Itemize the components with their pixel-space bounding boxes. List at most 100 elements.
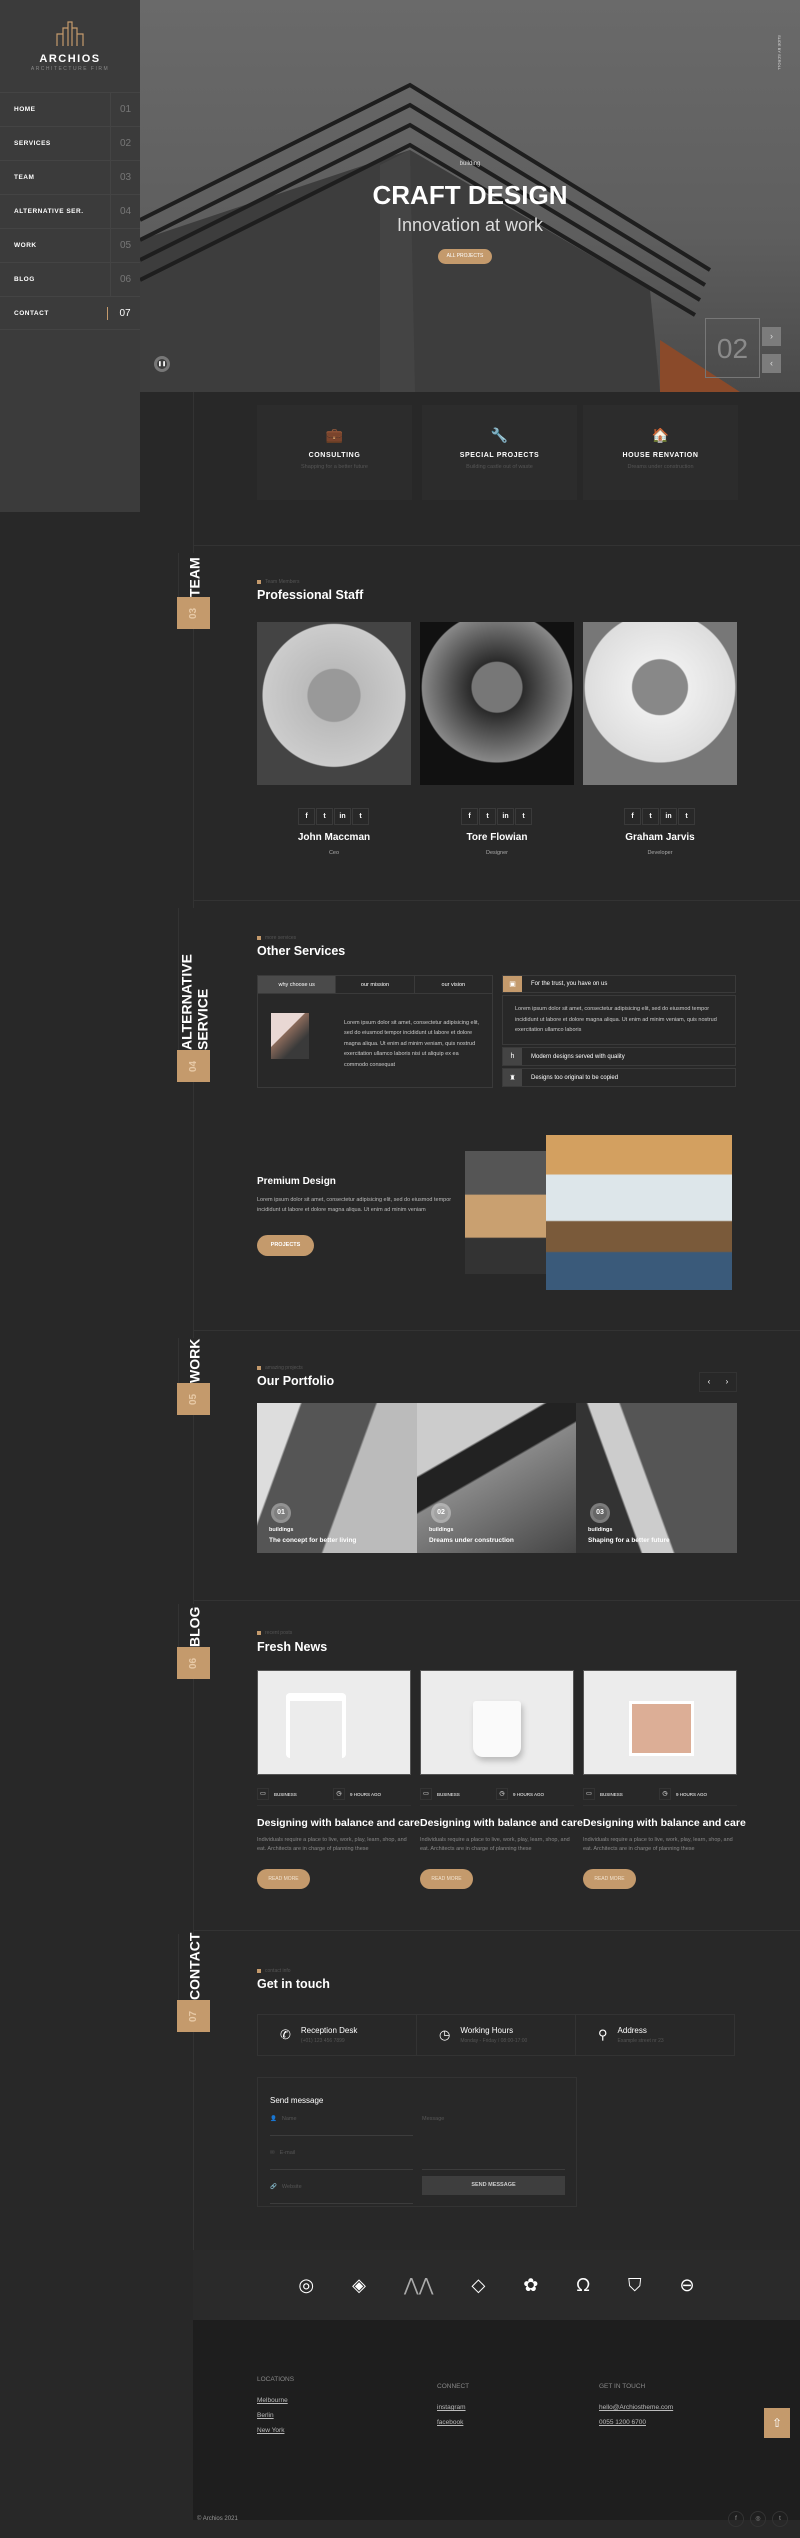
portfolio-cat: buildings <box>269 1527 294 1533</box>
website-field[interactable]: 🔗 Website <box>270 2184 413 2204</box>
tab-our-vision[interactable]: our vision <box>415 976 492 993</box>
post-category[interactable]: BUSINESS <box>600 1792 623 1797</box>
email-link[interactable]: hello@Archiostheme.com <box>599 2404 673 2411</box>
member-name: Graham Jarvis <box>625 832 695 843</box>
twitter-icon[interactable]: t <box>642 808 659 825</box>
name-field[interactable]: 👤 Name <box>270 2116 413 2136</box>
post-title[interactable]: Designing with balance and care <box>583 1817 746 1829</box>
linkedin-icon[interactable]: in <box>660 808 677 825</box>
tumblr-icon[interactable]: t <box>678 808 695 825</box>
nav-item-home[interactable]: HOME 01 <box>0 92 140 126</box>
post-title[interactable]: Designing with balance and care <box>257 1817 420 1829</box>
nav-num: 03 <box>110 161 140 194</box>
accordion-item[interactable]: ▣ For the trust, you have on us <box>502 975 736 993</box>
post-image[interactable] <box>257 1670 411 1775</box>
team-title: Professional Staff <box>257 588 364 602</box>
portfolio-item[interactable]: 01 buildings The concept for better living <box>257 1403 418 1553</box>
tumblr-icon[interactable]: t <box>772 2511 788 2527</box>
send-message-button[interactable]: SEND MESSAGE <box>422 2176 565 2195</box>
post-category[interactable]: BUSINESS <box>437 1792 460 1797</box>
post-meta: ▭ BUSINESS ◷ 9 HOURS AGO <box>420 1788 574 1806</box>
next-arrow-icon[interactable]: › <box>718 1373 736 1391</box>
message-field[interactable]: Message <box>422 2116 565 2170</box>
footer-heading: CONNECT <box>437 2383 470 2390</box>
tumblr-icon[interactable]: t <box>515 808 532 825</box>
nav-label: BLOG <box>14 276 35 283</box>
facebook-icon[interactable]: f <box>624 808 641 825</box>
post-time: 9 HOURS AGO <box>512 1791 544 1797</box>
accordion-item[interactable]: ♜ Designs too original to be copied <box>502 1068 736 1087</box>
team-kicker: Team Members <box>257 579 299 585</box>
service-card: 🏠 HOUSE RENVATION Dreams under constructio… <box>583 405 738 500</box>
all-projects-button[interactable]: ALL PROJECTS <box>438 249 492 264</box>
main-nav: HOME 01 SERVICES 02 TEAM 03 ALTERNATIVE SER… <box>0 92 140 330</box>
portfolio-item[interactable]: 02 buildings Dreams under construction <box>417 1403 578 1553</box>
read-more-button[interactable]: READ MORE <box>257 1869 310 1889</box>
facebook-icon[interactable]: f <box>298 808 315 825</box>
building-icon: ♜ <box>503 1069 522 1086</box>
facebook-link[interactable]: facebook <box>437 2419 469 2426</box>
instagram-link[interactable]: instagram <box>437 2404 469 2411</box>
accordion-item[interactable]: h Modern designs served with quality <box>502 1047 736 1066</box>
read-more-button[interactable]: READ MORE <box>583 1869 636 1889</box>
instagram-icon[interactable]: ◎ <box>750 2511 766 2527</box>
post-title[interactable]: Designing with balance and care <box>420 1817 583 1829</box>
post-category[interactable]: BUSINESS <box>274 1792 297 1797</box>
brand-tagline: ARCHITECTURE FIRM <box>30 66 110 72</box>
nav-label: ALTERNATIVE SER. <box>14 208 84 215</box>
service-text: Building castle out of waste <box>466 464 533 470</box>
member-role: Ceo <box>328 850 340 856</box>
nav-item-team[interactable]: TEAM 03 <box>0 160 140 194</box>
folder-icon: ▭ <box>420 1788 432 1800</box>
pause-icon[interactable]: ❚❚ <box>154 356 170 372</box>
info-title: Reception Desk <box>300 2026 358 2035</box>
location-link[interactable]: Melbourne <box>257 2397 294 2404</box>
tab-our-mission[interactable]: our mission <box>336 976 415 993</box>
nav-num: 05 <box>110 229 140 262</box>
email-placeholder: E-mail <box>279 2150 296 2156</box>
facebook-icon[interactable]: f <box>461 808 478 825</box>
kicker-text: more services <box>265 935 297 941</box>
portfolio-item[interactable]: 03 buildings Shaping for a better future <box>576 1403 737 1553</box>
user-icon: 👤 <box>270 2116 277 2122</box>
read-more-button[interactable]: READ MORE <box>420 1869 473 1889</box>
next-slide-button[interactable]: › <box>762 327 781 346</box>
linkedin-icon[interactable]: in <box>334 808 351 825</box>
link-icon: 🔗 <box>270 2184 277 2190</box>
nav-item-services[interactable]: SERVICES 02 <box>0 126 140 160</box>
mail-icon: ✉ <box>270 2150 275 2156</box>
prev-slide-button[interactable]: ‹ <box>762 354 781 373</box>
linkedin-icon[interactable]: in <box>497 808 514 825</box>
location-link[interactable]: Berlin <box>257 2412 294 2419</box>
post-image[interactable] <box>420 1670 574 1775</box>
phone-link[interactable]: 0055 1200 6700 <box>599 2419 673 2426</box>
service-title: CONSULTING <box>308 452 361 459</box>
prev-arrow-icon[interactable]: ‹ <box>700 1373 718 1391</box>
member-photo <box>420 622 574 785</box>
twitter-icon[interactable]: t <box>479 808 496 825</box>
email-field[interactable]: ✉ E-mail <box>270 2150 413 2170</box>
location-link[interactable]: New York <box>257 2427 294 2434</box>
info-title: Address <box>617 2026 647 2035</box>
tumblr-icon[interactable]: t <box>352 808 369 825</box>
twitter-icon[interactable]: t <box>316 808 333 825</box>
contact-kicker: contact info <box>257 1968 291 1974</box>
projects-button[interactable]: PROJECTS <box>257 1235 314 1256</box>
tab-why-choose-us[interactable]: why choose us <box>258 976 337 993</box>
nav-item-contact[interactable]: CONTACT 07 <box>0 296 140 330</box>
scroll-top-button[interactable]: ⇧ <box>764 2408 790 2438</box>
facebook-icon[interactable]: f <box>728 2511 744 2527</box>
message-placeholder: Message <box>422 2116 445 2122</box>
spiral-logo-icon: ◎ <box>298 2274 315 2295</box>
footer-heading: GET IN TOUCH <box>599 2383 646 2390</box>
portfolio-cat: buildings <box>588 1527 613 1533</box>
nav-item-work[interactable]: WORK 05 <box>0 228 140 262</box>
post-image[interactable] <box>583 1670 737 1775</box>
hero-subtitle: Innovation at work <box>396 215 544 235</box>
nav-item-alternative[interactable]: ALTERNATIVE SER. 04 <box>0 194 140 228</box>
tab-text: Lorem ipsum dolor sit amet, consectetur … <box>344 1020 480 1068</box>
nav-label: SERVICES <box>14 140 51 147</box>
nav-item-blog[interactable]: BLOG 06 <box>0 262 140 296</box>
section-label-contact: CONTACT <box>178 1933 210 2000</box>
info-reception: ✆ Reception Desk (+01) 123 456 7899 <box>258 2015 417 2055</box>
